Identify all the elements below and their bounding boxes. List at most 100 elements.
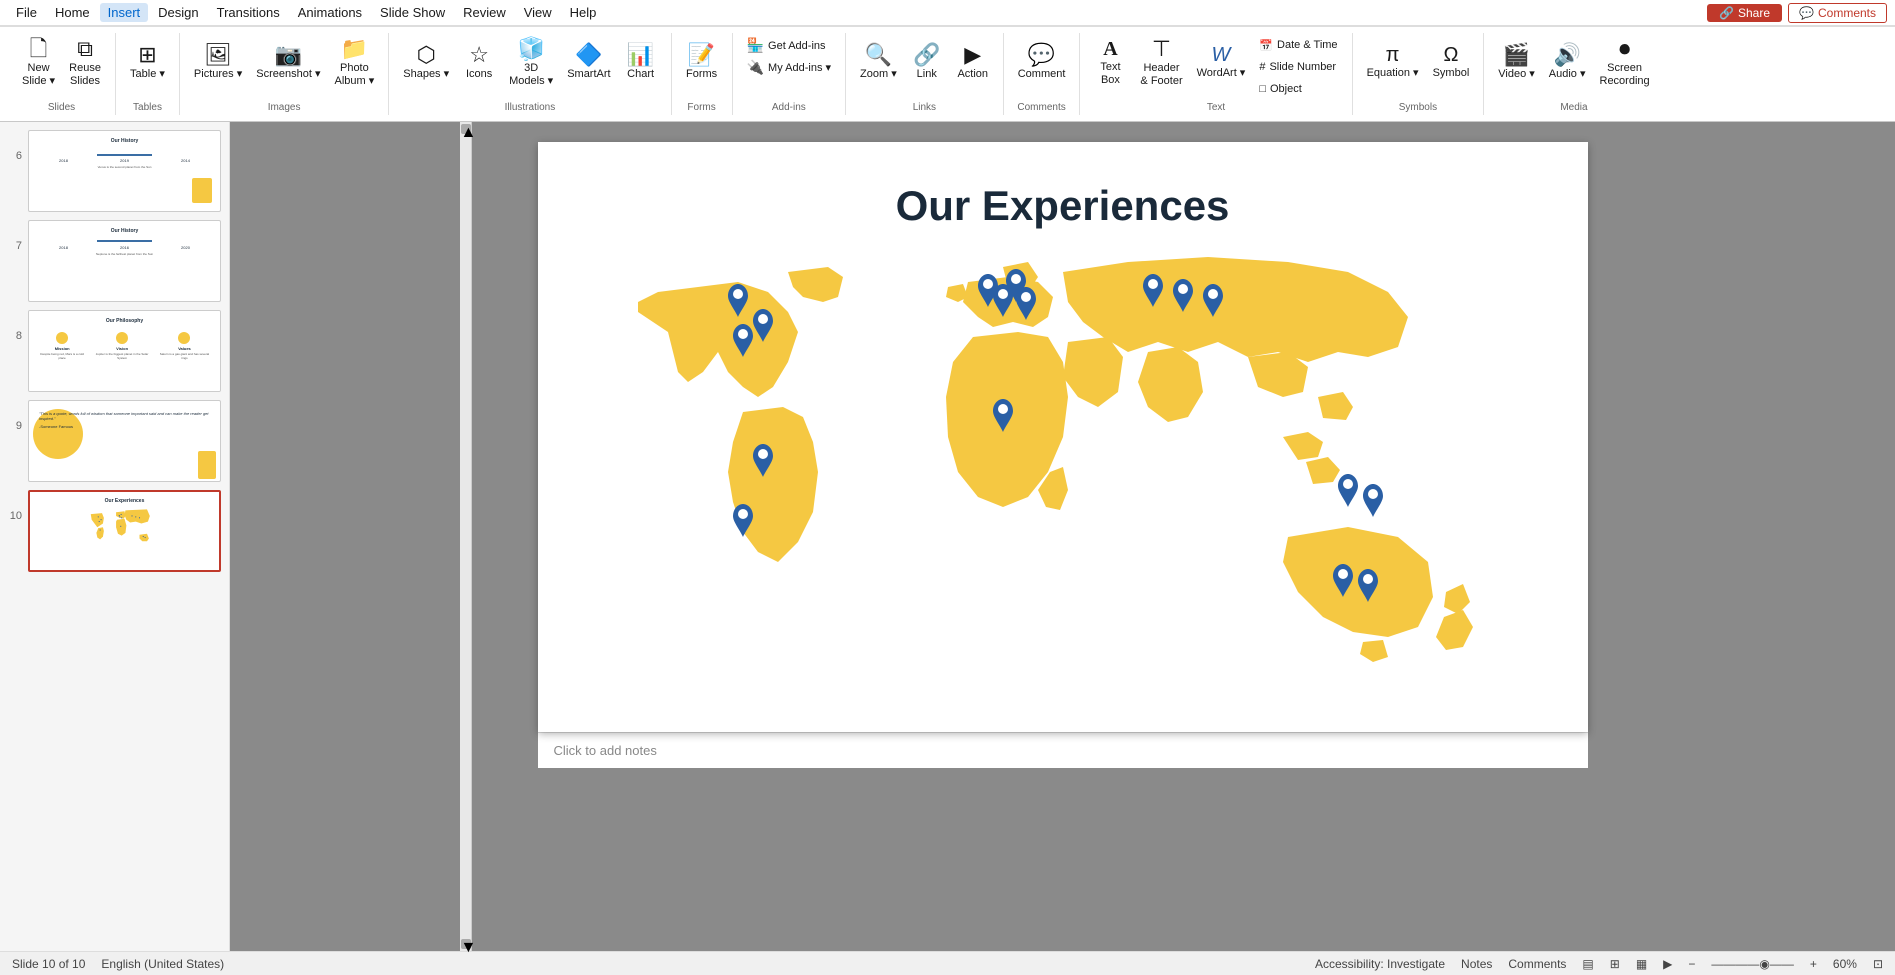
ribbon-group-comments: 💬 Comment Comments <box>1004 33 1081 115</box>
new-slide-icon: 🗋 <box>30 38 48 60</box>
zoom-in[interactable]: + <box>1810 957 1817 971</box>
slide-canvas[interactable]: Our Experiences <box>538 142 1588 732</box>
view-slideshow[interactable]: ▶ <box>1663 957 1672 971</box>
slide-img-7: Our History 2018 2016 2020 Neptune is th… <box>28 220 221 302</box>
3d-models-button[interactable]: 🧊 3DModels ▾ <box>503 35 559 91</box>
slide-thumb-6[interactable]: 6 Our History 2018 2019 2014 Venus is th… <box>6 128 223 214</box>
slide-num-10: 10 <box>8 490 22 522</box>
comment-button[interactable]: 💬 Comment <box>1012 35 1072 91</box>
header-footer-button[interactable]: ⊤ Header& Footer <box>1134 35 1188 91</box>
menu-help[interactable]: Help <box>562 3 605 22</box>
action-button[interactable]: ▶ Action <box>951 35 995 91</box>
view-normal[interactable]: ▤ <box>1582 957 1593 971</box>
ribbon-group-tables: ⊞ Table ▾ Tables <box>116 33 180 115</box>
photo-album-icon: 📁 <box>341 38 368 60</box>
smartart-icon: 🔷 <box>575 44 602 66</box>
audio-button[interactable]: 🔊 Audio ▾ <box>1543 35 1592 91</box>
zoom-button[interactable]: 🔍 Zoom ▾ <box>854 35 903 91</box>
screen-recording-label: ScreenRecording <box>1600 62 1650 88</box>
slide-thumb-7[interactable]: 7 Our History 2018 2016 2020 Neptune is … <box>6 218 223 304</box>
notes-status: Notes <box>1461 957 1492 971</box>
slide-num-6: 6 <box>8 130 22 162</box>
screen-recording-icon: ⏺ <box>1619 38 1630 60</box>
menu-file[interactable]: File <box>8 3 45 22</box>
wordart-button[interactable]: W WordArt ▾ <box>1191 35 1252 91</box>
screenshot-button[interactable]: 📷 Screenshot ▾ <box>250 35 326 91</box>
view-outline[interactable]: ⊞ <box>1610 957 1620 971</box>
slide-thumb-9[interactable]: 9 "This is a quote, words full of wisdom… <box>6 398 223 484</box>
pictures-button[interactable]: 🖼 Pictures ▾ <box>188 35 248 91</box>
my-addins-button[interactable]: 🔌 My Add-ins ▾ <box>741 57 837 78</box>
equation-icon: π <box>1386 45 1400 65</box>
menu-home[interactable]: Home <box>47 3 98 22</box>
forms-icon: 📝 <box>688 44 715 66</box>
menu-insert[interactable]: Insert <box>100 3 149 22</box>
zoom-slider[interactable]: ————◉—— <box>1711 957 1793 971</box>
table-button[interactable]: ⊞ Table ▾ <box>124 35 171 91</box>
chart-button[interactable]: 📊 Chart <box>619 35 663 91</box>
my-addins-icon: 🔌 <box>747 59 764 76</box>
shapes-icon: ⬡ <box>417 44 436 66</box>
menu-view[interactable]: View <box>516 3 560 22</box>
get-addins-button[interactable]: 🏪 Get Add-ins <box>741 35 837 56</box>
menu-animations[interactable]: Animations <box>290 3 370 22</box>
header-footer-label: Header& Footer <box>1140 62 1182 88</box>
symbol-button[interactable]: Ω Symbol <box>1427 35 1476 91</box>
zoom-out[interactable]: − <box>1688 957 1695 971</box>
slides-group-label: Slides <box>48 102 75 113</box>
slide-number-button[interactable]: # Slide Number <box>1253 57 1343 77</box>
ribbon-group-symbols: π Equation ▾ Ω Symbol Symbols <box>1353 33 1485 115</box>
symbol-label: Symbol <box>1433 67 1470 80</box>
date-time-button[interactable]: 📅 Date & Time <box>1253 35 1343 55</box>
fit-slide[interactable]: ⊡ <box>1873 957 1883 971</box>
ribbon-group-links: 🔍 Zoom ▾ 🔗 Link ▶ Action Links <box>846 33 1004 115</box>
screen-recording-button[interactable]: ⏺ ScreenRecording <box>1594 35 1656 91</box>
status-bar: Slide 10 of 10 English (United States) A… <box>0 951 1895 975</box>
slide-title: Our Experiences <box>896 182 1230 230</box>
forms-button[interactable]: 📝 Forms <box>680 35 724 91</box>
3d-models-label: 3DModels ▾ <box>509 62 553 88</box>
slide-panel: 6 Our History 2018 2019 2014 Venus is th… <box>0 122 230 951</box>
link-button[interactable]: 🔗 Link <box>905 35 949 91</box>
menu-design[interactable]: Design <box>150 3 206 22</box>
view-reading[interactable]: ▦ <box>1636 957 1647 971</box>
slide-num-9: 9 <box>8 400 22 432</box>
icons-icon: ☆ <box>469 44 489 66</box>
slide-number-icon: # <box>1259 61 1265 73</box>
scroll-up-button[interactable]: ▲ <box>461 124 471 134</box>
wordart-label: WordArt ▾ <box>1197 67 1246 80</box>
slide-thumb-10[interactable]: 10 Our Experiences <box>6 488 223 574</box>
slide-num-8: 8 <box>8 310 22 342</box>
notes-area[interactable]: Click to add notes <box>538 732 1588 768</box>
shapes-button[interactable]: ⬡ Shapes ▾ <box>397 35 455 91</box>
notes-placeholder: Click to add notes <box>554 743 657 758</box>
ribbon-group-forms: 📝 Forms Forms <box>672 33 733 115</box>
3d-models-icon: 🧊 <box>517 38 544 60</box>
ribbon-group-text: A TextBox ⊤ Header& Footer W WordArt ▾ 📅… <box>1080 33 1352 115</box>
object-button[interactable]: □ Object <box>1253 79 1343 99</box>
world-map-container <box>588 242 1538 712</box>
menu-transitions[interactable]: Transitions <box>209 3 288 22</box>
share-button[interactable]: 🔗 Share <box>1707 4 1782 22</box>
symbol-icon: Ω <box>1443 45 1458 65</box>
slide-info: Slide 10 of 10 <box>12 957 85 971</box>
ribbon-group-media: 🎬 Video ▾ 🔊 Audio ▾ ⏺ ScreenRecording Me… <box>1484 33 1663 115</box>
slide-img-9: "This is a quote, words full of wisdom t… <box>28 400 221 482</box>
video-button[interactable]: 🎬 Video ▾ <box>1492 35 1541 91</box>
reuse-slides-button[interactable]: ⧉ ReuseSlides <box>63 35 107 91</box>
smartart-button[interactable]: 🔷 SmartArt <box>561 35 616 91</box>
menu-review[interactable]: Review <box>455 3 514 22</box>
menu-slideshow[interactable]: Slide Show <box>372 3 453 22</box>
slide-thumb-8[interactable]: 8 Our Philosophy Mission Despite being r… <box>6 308 223 394</box>
comment-icon: 💬 <box>1028 44 1055 66</box>
icons-button[interactable]: ☆ Icons <box>457 35 501 91</box>
table-label: Table ▾ <box>130 68 165 81</box>
zoom-icon: 🔍 <box>865 44 892 66</box>
text-box-button[interactable]: A TextBox <box>1088 35 1132 91</box>
comments-button[interactable]: 💬 Comments <box>1788 3 1887 23</box>
shapes-label: Shapes ▾ <box>403 68 449 81</box>
scroll-down-button[interactable]: ▼ <box>461 939 471 949</box>
equation-button[interactable]: π Equation ▾ <box>1361 35 1425 91</box>
new-slide-button[interactable]: 🗋 NewSlide ▾ <box>16 35 61 91</box>
photo-album-button[interactable]: 📁 PhotoAlbum ▾ <box>328 35 380 91</box>
